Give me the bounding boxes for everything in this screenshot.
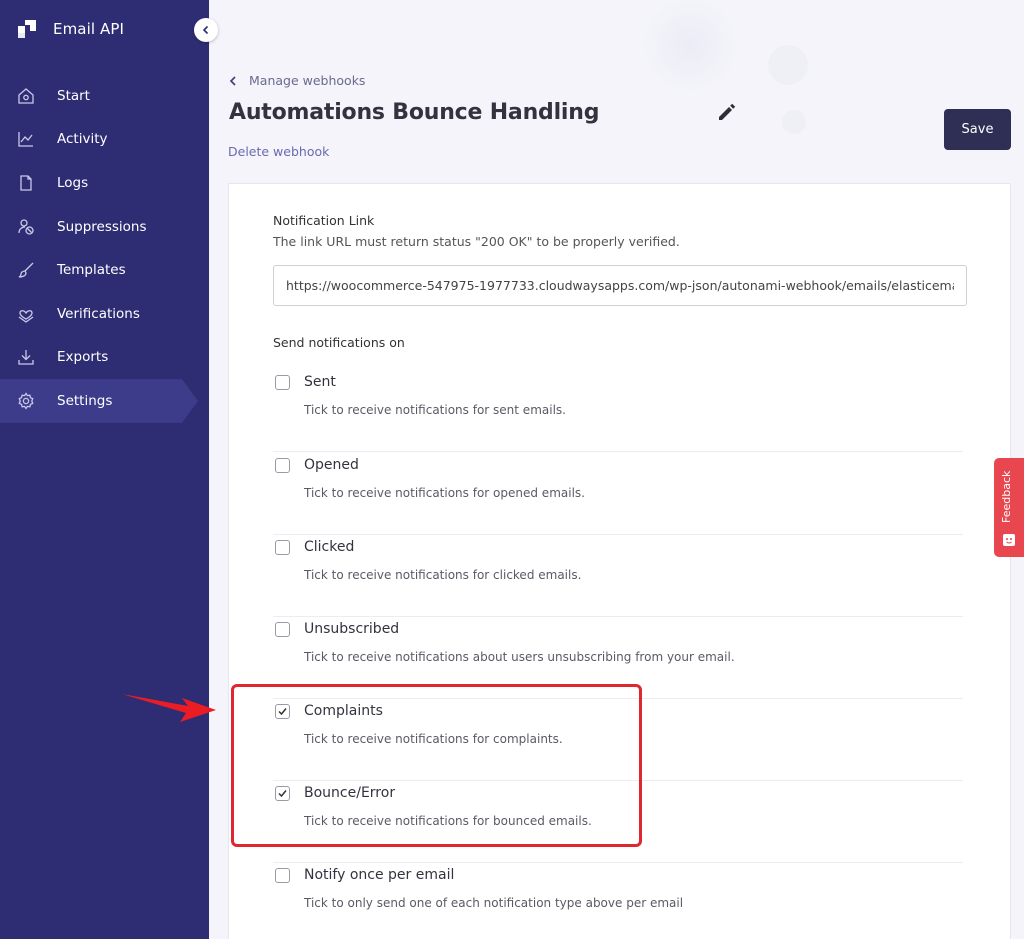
option-opened: Opened Tick to receive notifications for… — [273, 453, 963, 535]
send-notifications-label: Send notifications on — [273, 335, 405, 350]
option-description: Tick to receive notifications about user… — [304, 650, 735, 664]
sidebar-item-label: Activity — [57, 131, 108, 148]
divider — [273, 451, 963, 452]
manage-webhooks-link[interactable]: Manage webhooks — [229, 73, 365, 88]
background-decoration — [782, 110, 806, 134]
sidebar-item-activity[interactable]: Activity — [0, 118, 209, 162]
brand[interactable]: Email API — [16, 18, 124, 40]
option-clicked: Clicked Tick to receive notifications fo… — [273, 535, 963, 617]
save-button[interactable]: Save — [944, 109, 1011, 150]
chart-line-icon — [18, 132, 33, 148]
sidebar-item-label: Logs — [57, 174, 89, 191]
delete-webhook-link[interactable]: Delete webhook — [228, 144, 329, 159]
gear-icon — [18, 392, 34, 410]
notify-once-checkbox[interactable] — [275, 868, 290, 883]
option-title: Opened — [304, 457, 359, 473]
sent-checkbox[interactable] — [275, 375, 290, 390]
chevron-left-icon — [229, 75, 236, 86]
sidebar-nav: Start Activity Logs Suppressions Templat… — [0, 74, 209, 423]
background-decoration — [635, 0, 745, 90]
sidebar-item-verifications[interactable]: Verifications — [0, 292, 209, 336]
logo-icon — [18, 20, 36, 38]
notification-link-hint: The link URL must return status "200 OK"… — [273, 234, 680, 249]
option-title: Clicked — [304, 539, 355, 555]
sidebar-item-suppressions[interactable]: Suppressions — [0, 205, 209, 249]
sidebar-item-label: Templates — [57, 262, 126, 279]
option-title: Unsubscribed — [304, 621, 400, 637]
feedback-label: Feedback — [1000, 470, 1013, 524]
brush-icon — [18, 262, 34, 278]
notification-link-label: Notification Link — [273, 213, 375, 228]
page-title: Automations Bounce Handling — [229, 100, 600, 125]
clicked-checkbox[interactable] — [275, 540, 290, 555]
sidebar-item-label: Suppressions — [57, 218, 147, 235]
notification-link-input[interactable] — [273, 265, 967, 306]
sidebar-item-templates[interactable]: Templates — [0, 248, 209, 292]
collapse-sidebar-button[interactable] — [194, 18, 218, 42]
option-description: Tick to receive notifications for clicke… — [304, 568, 582, 582]
sidebar-item-logs[interactable]: Logs — [0, 161, 209, 205]
sidebar-item-label: Start — [57, 87, 90, 104]
pencil-icon[interactable] — [716, 101, 738, 123]
sidebar-item-start[interactable]: Start — [0, 74, 209, 118]
feedback-face-icon — [1003, 534, 1015, 546]
sidebar-item-label: Exports — [57, 349, 109, 366]
feedback-tab[interactable]: Feedback — [994, 458, 1024, 557]
sidebar-item-label: Verifications — [57, 305, 140, 322]
opened-checkbox[interactable] — [275, 458, 290, 473]
download-icon — [18, 350, 34, 366]
option-description: Tick to receive notifications for sent e… — [304, 403, 566, 417]
heart-hand-icon — [18, 309, 34, 323]
highlight-box — [231, 684, 642, 847]
option-notify-once: Notify once per email Tick to only send … — [273, 863, 963, 939]
home-icon — [18, 87, 34, 104]
option-title: Sent — [304, 374, 336, 390]
option-title: Notify once per email — [304, 867, 455, 883]
chevron-left-icon — [202, 25, 209, 35]
sidebar-item-settings[interactable]: Settings — [0, 379, 198, 423]
brand-name: Email API — [53, 20, 125, 38]
sidebar: Email API Start Activity Logs Suppressio… — [0, 0, 209, 939]
document-icon — [20, 175, 32, 191]
annotation-arrow-icon — [122, 694, 216, 722]
suppressions-icon — [18, 218, 34, 235]
back-link-label: Manage webhooks — [249, 73, 366, 88]
option-description: Tick to receive notifications for opened… — [304, 486, 585, 500]
option-sent: Sent Tick to receive notifications for s… — [273, 370, 963, 452]
unsubscribed-checkbox[interactable] — [275, 622, 290, 637]
sidebar-item-exports[interactable]: Exports — [0, 336, 209, 380]
background-decoration — [768, 45, 808, 85]
option-description: Tick to only send one of each notificati… — [304, 896, 684, 910]
sidebar-item-label: Settings — [57, 392, 113, 409]
